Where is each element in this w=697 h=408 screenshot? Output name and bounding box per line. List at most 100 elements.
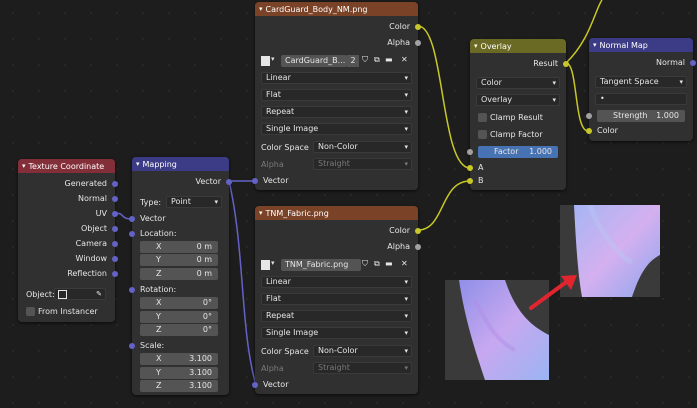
output-object-socket[interactable]	[112, 226, 118, 232]
collapse-chevron-icon[interactable]: ▾	[259, 5, 263, 13]
close-icon[interactable]: ✕	[401, 55, 408, 64]
input-color-label: Color	[597, 126, 618, 135]
source-dropdown[interactable]: Single Image ▾	[261, 123, 412, 135]
interpolation-dropdown[interactable]: Linear ▾	[261, 276, 412, 288]
location-x-field[interactable]: X0 m	[140, 241, 218, 253]
mapping-node[interactable]: ▾ Mapping Vector Type: Point ▾ Vector Loca…	[129, 157, 232, 395]
image-browse-icon[interactable]	[261, 56, 270, 66]
mapping-type-dropdown[interactable]: Point ▾	[166, 196, 222, 208]
source-dropdown[interactable]: Single Image ▾	[261, 327, 412, 339]
from-instancer-checkbox[interactable]	[26, 307, 35, 316]
strength-field[interactable]: Strength 1.000	[597, 110, 685, 122]
output-normal-socket[interactable]	[690, 60, 696, 66]
image-selector[interactable]: ▾ TNM_Fabric.png ⛉ ⧉ ▬ ✕	[261, 259, 412, 273]
projection-dropdown[interactable]: Flat ▾	[261, 89, 412, 101]
close-icon[interactable]: ✕	[401, 259, 408, 268]
image-texture-node-2[interactable]: ▾ TNM_Fabric.png Color Alpha ▾ TNM_Fabric…	[252, 206, 421, 394]
extension-dropdown[interactable]: Repeat ▾	[261, 106, 412, 118]
input-color-socket[interactable]	[586, 128, 592, 134]
collapse-chevron-icon[interactable]: ▾	[593, 41, 597, 49]
location-y-field[interactable]: Y0 m	[140, 254, 218, 266]
input-strength-socket[interactable]	[586, 113, 592, 119]
open-folder-icon[interactable]: ▬	[385, 55, 393, 64]
collapse-chevron-icon[interactable]: ▾	[22, 162, 26, 170]
duplicate-icon[interactable]: ⧉	[374, 259, 380, 269]
output-result-socket[interactable]	[563, 61, 569, 67]
factor-slider[interactable]: Factor 1.000	[478, 146, 558, 158]
output-camera-socket[interactable]	[112, 241, 118, 247]
input-b-socket[interactable]	[467, 178, 473, 184]
blend-mode-dropdown[interactable]: Overlay ▾	[476, 94, 560, 106]
user-count[interactable]: 2	[347, 55, 359, 67]
open-folder-icon[interactable]: ▬	[385, 259, 393, 268]
rotation-x-field[interactable]: X 0°	[140, 297, 218, 309]
uv-map-field[interactable]: •	[595, 93, 687, 105]
input-scale-socket[interactable]	[129, 343, 135, 349]
input-vector-socket[interactable]	[252, 178, 258, 184]
chevron-down-icon: ▾	[404, 74, 408, 82]
output-color-socket[interactable]	[415, 228, 421, 234]
chevron-down-icon: ▾	[404, 143, 408, 151]
rotation-y-field[interactable]: Y 0°	[140, 311, 218, 323]
overlay-mix-node[interactable]: ▾ Overlay Result Color ▾ Overlay ▾ Clamp Re…	[467, 39, 569, 190]
output-generated-socket[interactable]	[112, 181, 118, 187]
color-space-dropdown[interactable]: Non-Color ▾	[313, 141, 412, 153]
output-reflection-socket[interactable]	[112, 271, 118, 277]
collapse-chevron-icon[interactable]: ▾	[474, 42, 478, 50]
texture-coordinate-node[interactable]: ▾ Texture Coordinate Generated Normal UV …	[18, 159, 118, 322]
chevron-down-icon: ▾	[404, 295, 408, 303]
scale-y-field[interactable]: Y 3.100	[140, 367, 218, 379]
collapse-chevron-icon[interactable]: ▾	[259, 209, 263, 217]
chevron-down-icon: ▾	[404, 160, 408, 168]
input-factor-socket[interactable]	[467, 149, 473, 155]
alpha-dropdown[interactable]: Straight ▾	[313, 362, 412, 374]
output-color-socket[interactable]	[415, 24, 421, 30]
image-name-field[interactable]: CardGuard_B...	[281, 55, 347, 67]
input-a-socket[interactable]	[467, 165, 473, 171]
chevron-down-icon: ▾	[404, 312, 408, 320]
output-window-socket[interactable]	[112, 256, 118, 262]
node-header[interactable]: ▾ Normal Map	[589, 38, 693, 52]
output-uv-socket[interactable]	[112, 211, 118, 217]
alpha-dropdown[interactable]: Straight ▾	[313, 158, 412, 170]
node-header[interactable]: ▾ Overlay	[470, 39, 566, 53]
space-dropdown[interactable]: Tangent Space ▾	[595, 76, 687, 88]
image-browse-icon[interactable]	[261, 260, 270, 270]
normal-map-node[interactable]: ▾ Normal Map Normal Tangent Space ▾ • Stre…	[586, 38, 696, 141]
input-rotation-socket[interactable]	[129, 287, 135, 293]
clamp-result-checkbox[interactable]	[478, 113, 487, 122]
input-vector-socket[interactable]	[129, 216, 135, 222]
image-texture-node-1[interactable]: ▾ CardGuard_Body_NM.png Color Alpha ▾ Car…	[252, 2, 421, 190]
projection-dropdown[interactable]: Flat ▾	[261, 293, 412, 305]
duplicate-icon[interactable]: ⧉	[374, 55, 380, 65]
output-normal-socket[interactable]	[112, 196, 118, 202]
scale-z-field[interactable]: Z 3.100	[140, 380, 218, 392]
node-header[interactable]: ▾ Texture Coordinate	[18, 159, 115, 173]
collapse-chevron-icon[interactable]: ▾	[136, 160, 140, 168]
node-header[interactable]: ▾ CardGuard_Body_NM.png	[255, 2, 418, 16]
input-vector-socket[interactable]	[252, 382, 258, 388]
image-name-field[interactable]: TNM_Fabric.png	[281, 259, 361, 271]
fake-user-shield-icon[interactable]: ⛉	[362, 55, 368, 65]
object-field[interactable]: ✎	[54, 288, 106, 300]
interpolation-dropdown[interactable]: Linear ▾	[261, 72, 412, 84]
output-vector-socket[interactable]	[226, 179, 232, 185]
location-z-field[interactable]: Z0 m	[140, 268, 218, 280]
alpha-label: Alpha	[261, 160, 284, 169]
eyedropper-icon[interactable]: ✎	[96, 289, 102, 299]
node-header[interactable]: ▾ TNM_Fabric.png	[255, 206, 418, 220]
node-header[interactable]: ▾ Mapping	[132, 157, 229, 171]
color-space-dropdown[interactable]: Non-Color ▾	[313, 345, 412, 357]
output-alpha-socket[interactable]	[415, 244, 421, 250]
extension-dropdown[interactable]: Repeat ▾	[261, 310, 412, 322]
data-type-dropdown[interactable]: Color ▾	[476, 77, 560, 89]
output-alpha-socket[interactable]	[415, 40, 421, 46]
image-selector[interactable]: ▾ CardGuard_B... 2 ⛉ ⧉ ▬ ✕	[261, 55, 412, 69]
rotation-z-field[interactable]: Z 0°	[140, 324, 218, 336]
fake-user-shield-icon[interactable]: ⛉	[362, 259, 368, 269]
clamp-factor-checkbox[interactable]	[478, 130, 487, 139]
scale-x-field[interactable]: X 3.100	[140, 353, 218, 365]
input-location-socket[interactable]	[129, 231, 135, 237]
output-window-label: Window	[75, 254, 107, 263]
output-object-label: Object	[80, 224, 107, 233]
